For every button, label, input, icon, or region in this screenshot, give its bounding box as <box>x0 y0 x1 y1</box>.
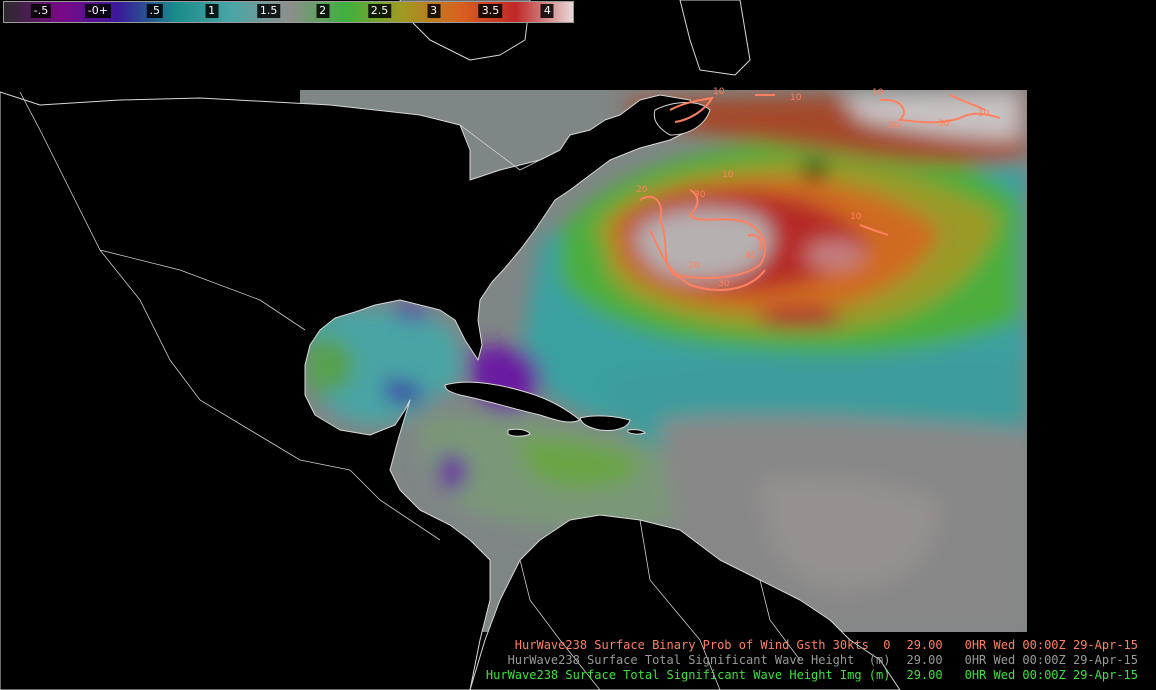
svg-text:30: 30 <box>694 190 706 200</box>
color-scale-tick: .5 <box>146 4 164 18</box>
svg-text:30: 30 <box>718 279 730 289</box>
color-scale-bar: -.5 -0+ .5 1 1.5 2 2.5 3 3.5 4 <box>3 1 574 23</box>
svg-text:20: 20 <box>636 185 648 195</box>
svg-text:40: 40 <box>745 251 757 261</box>
color-scale-tick: 3 <box>427 4 441 18</box>
svg-text:20: 20 <box>888 121 900 131</box>
color-scale-tick: 2.5 <box>367 4 392 18</box>
svg-text:10: 10 <box>722 170 734 180</box>
legend-level: 29.00 <box>906 668 943 682</box>
legend-line: HurWave238 Surface Binary Prob of Wind G… <box>486 638 1138 653</box>
legend-product: HurWave238 Surface Total Significant Wav… <box>507 653 891 667</box>
color-scale-tick: -.5 <box>30 4 52 18</box>
legend-line: HurWave238 Surface Total Significant Wav… <box>486 653 1138 668</box>
legend-time: 0HR Wed 00:00Z 29-Apr-15 <box>964 668 1138 682</box>
legend-level: 29.00 <box>906 638 943 652</box>
wave-height-map: 10 20 30 40 10 20 30 10 20 30 10 10 10 <box>0 0 1027 690</box>
color-scale-tick: 1 <box>205 4 219 18</box>
color-scale-tick: 1.5 <box>256 4 281 18</box>
color-scale-tick: 4 <box>540 4 554 18</box>
color-scale-tick: -0+ <box>84 4 111 18</box>
product-legend: HurWave238 Surface Binary Prob of Wind G… <box>486 638 1138 683</box>
svg-text:10: 10 <box>790 93 802 103</box>
legend-time: 0HR Wed 00:00Z 29-Apr-15 <box>964 653 1138 667</box>
svg-text:10: 10 <box>713 87 725 97</box>
svg-text:10: 10 <box>978 109 990 119</box>
legend-line: HurWave238 Surface Total Significant Wav… <box>486 668 1138 683</box>
color-scale-tick: 3.5 <box>478 4 503 18</box>
legend-product: HurWave238 Surface Binary Prob of Wind G… <box>514 638 891 652</box>
legend-product: HurWave238 Surface Total Significant Wav… <box>485 668 891 682</box>
legend-time: 0HR Wed 00:00Z 29-Apr-15 <box>964 638 1138 652</box>
svg-text:10: 10 <box>872 88 884 98</box>
color-scale-tick: 2 <box>316 4 330 18</box>
svg-text:20: 20 <box>688 261 700 271</box>
legend-level: 29.00 <box>906 653 943 667</box>
svg-text:30: 30 <box>938 119 950 129</box>
svg-text:10: 10 <box>850 212 862 222</box>
